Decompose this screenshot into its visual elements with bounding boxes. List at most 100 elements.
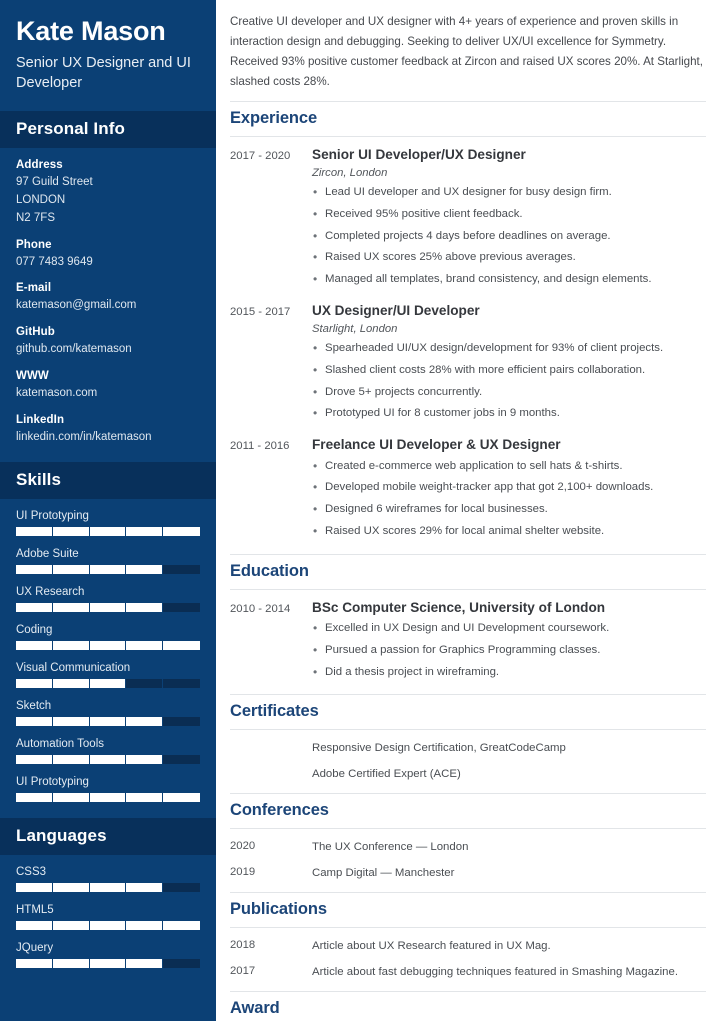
- bar-segment: [90, 564, 127, 574]
- personal-info-value: github.com/katemason: [16, 343, 132, 356]
- bar-segment: [90, 920, 127, 930]
- skill-item: Adobe Suite: [16, 548, 200, 574]
- bar-segment: [90, 602, 127, 612]
- entry-bullet: Lead UI developer and UX designer for bu…: [312, 183, 706, 202]
- section-heading-education: Education: [230, 553, 706, 590]
- language-item: CSS3: [16, 866, 200, 892]
- skills-heading: Skills: [16, 469, 62, 489]
- list-item-text: Article about UX Research featured in UX…: [312, 940, 551, 953]
- entry-bullet: Pursued a passion for Graphics Programmi…: [312, 641, 706, 660]
- skill-item: Coding: [16, 624, 200, 650]
- professional-summary: Creative UI developer and UX designer wi…: [230, 15, 703, 88]
- personal-info-value: linkedin.com/in/katemason: [16, 430, 152, 443]
- bar-segment: [16, 678, 53, 688]
- skill-item-label: Automation Tools: [16, 737, 105, 750]
- bar-segment: [53, 602, 90, 612]
- education-list: 2010 - 2014 BSc Computer Science, Univers…: [230, 590, 706, 686]
- bar-segment: [53, 958, 90, 968]
- entry-date: 2015 - 2017: [230, 305, 291, 318]
- bar-segment: [16, 564, 53, 574]
- certificates-list: Responsive Design Certification, GreatCo…: [230, 730, 706, 783]
- section-heading-conferences: Conferences: [230, 793, 706, 830]
- experience-list: 2017 - 2020 Senior UI Developer/UX Design…: [230, 137, 706, 545]
- list-item-date: 2020: [230, 840, 256, 853]
- entry-bullet-list: Spearheaded UI/UX design/development for…: [312, 339, 706, 423]
- skill-item-bar: [16, 602, 200, 612]
- skill-item-bar: [16, 526, 200, 536]
- main-content: Creative UI developer and UX designer wi…: [216, 0, 722, 1021]
- entry-date: 2017 - 2020: [230, 149, 291, 162]
- personal-info-label: WWW: [16, 370, 49, 383]
- entry-body: BSc Computer Science, University of Lond…: [312, 599, 706, 686]
- skill-item: Sketch: [16, 700, 200, 726]
- language-item: HTML5: [16, 904, 200, 930]
- entry-bullet: Raised UX scores 25% above previous aver…: [312, 248, 706, 267]
- bar-segment: [16, 640, 53, 650]
- bar-segment: [53, 564, 90, 574]
- skill-item: UI Prototyping: [16, 776, 200, 802]
- entry: 2017 - 2020 Senior UI Developer/UX Design…: [230, 146, 706, 293]
- entry-title: Freelance UI Developer & UX Designer: [312, 437, 561, 453]
- resume-page: Kate Mason Senior UX Designer and UI Dev…: [0, 0, 722, 1021]
- entry-bullet-list: Lead UI developer and UX designer for bu…: [312, 183, 706, 288]
- entry-bullet: Prototyped UI for 8 customer jobs in 9 m…: [312, 404, 706, 423]
- skills-section-header: Skills: [0, 461, 216, 499]
- section-heading-experience: Experience: [230, 100, 706, 137]
- personal-info-section-header: Personal Info: [0, 111, 216, 149]
- personal-info-item: LinkedIn linkedin.com/in/katemason: [16, 414, 200, 447]
- bar-segment: [16, 526, 53, 536]
- languages-heading: Languages: [16, 825, 107, 845]
- personal-info-label: E-mail: [16, 282, 52, 295]
- bar-segment: [163, 527, 200, 536]
- bar-segment: [163, 959, 200, 968]
- entry-bullet-list: Excelled in UX Design and UI Development…: [312, 619, 706, 681]
- personal-info-item: Address 97 Guild Street LONDON N2 7FS: [16, 159, 200, 227]
- bar-segment: [16, 716, 53, 726]
- bar-segment: [53, 640, 90, 650]
- language-item-bar: [16, 958, 200, 968]
- personal-info-value: LONDON: [16, 193, 66, 206]
- entry-bullet: Spearheaded UI/UX design/development for…: [312, 339, 706, 358]
- bar-segment: [90, 754, 127, 764]
- bar-segment: [126, 526, 164, 536]
- bar-segment: [53, 716, 90, 726]
- bar-segment: [16, 754, 53, 764]
- name-block: Kate Mason Senior UX Designer and UI Dev…: [0, 0, 216, 111]
- list-item-date: 2019: [230, 866, 256, 879]
- list-item-date: [230, 767, 312, 783]
- entry: 2010 - 2014 BSc Computer Science, Univers…: [230, 599, 706, 686]
- candidate-job-title: Senior UX Designer and UI Developer: [16, 55, 191, 91]
- skill-item: Visual Communication: [16, 662, 200, 688]
- sidebar: Kate Mason Senior UX Designer and UI Dev…: [0, 0, 216, 1021]
- languages-list: CSS3 HTML5 JQuery: [0, 855, 216, 984]
- personal-info-value: katemason@gmail.com: [16, 299, 137, 312]
- candidate-name: Kate Mason: [16, 16, 166, 46]
- bar-segment: [163, 755, 200, 764]
- list-item: Responsive Design Certification, GreatCo…: [230, 741, 706, 757]
- entry-date: 2011 - 2016: [230, 440, 290, 453]
- personal-info-value: 97 Guild Street: [16, 176, 93, 189]
- bar-segment: [90, 958, 127, 968]
- conferences-list: 2020 The UX Conference — London 2019 Camp D…: [230, 829, 706, 882]
- list-item-text: Camp Digital — Manchester: [312, 867, 455, 880]
- entry-title: UX Designer/UI Developer: [312, 302, 480, 318]
- skill-item-bar: [16, 678, 200, 688]
- bar-segment: [126, 678, 164, 688]
- language-item: JQuery: [16, 942, 200, 968]
- list-item-text: Responsive Design Certification, GreatCo…: [312, 742, 566, 755]
- entry-bullet: Raised UX scores 29% for local animal sh…: [312, 522, 706, 541]
- personal-info-label: LinkedIn: [16, 413, 65, 426]
- language-item-bar: [16, 882, 200, 892]
- skills-list: UI Prototyping Adobe Suite UX Research Codi…: [0, 499, 216, 818]
- personal-info-label: GitHub: [16, 326, 55, 339]
- skill-item: Automation Tools: [16, 738, 200, 764]
- list-item-text: Adobe Certified Expert (ACE): [312, 768, 461, 781]
- list-item-date: 2018: [230, 939, 256, 952]
- personal-info-item: GitHub github.com/katemason: [16, 326, 200, 359]
- publications-list: 2018 Article about UX Research featured i…: [230, 928, 706, 981]
- skill-item-bar: [16, 640, 200, 650]
- entry-bullet: Excelled in UX Design and UI Development…: [312, 619, 706, 638]
- bar-segment: [53, 882, 90, 892]
- bar-segment: [163, 641, 200, 650]
- bar-segment: [53, 754, 90, 764]
